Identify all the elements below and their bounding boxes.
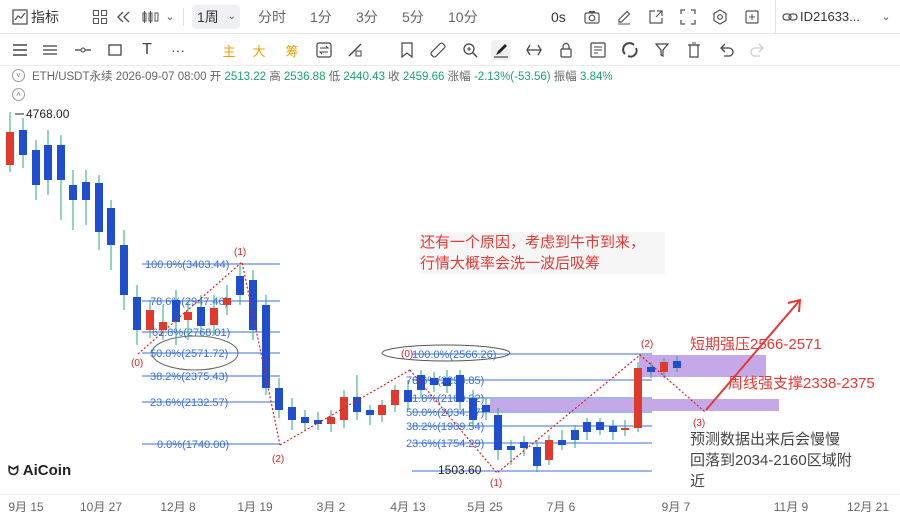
candle-body xyxy=(571,430,579,440)
candle-body xyxy=(469,398,477,420)
main-annotation[interactable]: 还有一个原因，考虑到牛市到来， 行情大概率会洗一波后吸筹 xyxy=(420,232,666,274)
candle-body xyxy=(404,390,412,402)
brand-name: AiCoin xyxy=(22,462,72,479)
x-tick: 9月 7 xyxy=(661,500,691,514)
candle-body xyxy=(275,388,283,410)
candle-body xyxy=(494,415,502,450)
wave-label: (3) xyxy=(693,418,705,429)
candle-body xyxy=(32,150,40,185)
candle-body xyxy=(82,182,90,200)
fib-level-label: 23.6%(2132.57) xyxy=(150,397,228,409)
candle-body xyxy=(545,440,553,460)
candle-body xyxy=(673,361,681,368)
candle-body xyxy=(146,310,154,330)
candle-body xyxy=(95,183,103,232)
candle-body xyxy=(197,307,205,326)
candle-body xyxy=(301,417,309,423)
fib-level-label: 78.6%(2947.46) xyxy=(150,296,228,308)
annotation-line: 行情大概率会洗一波后吸筹 xyxy=(420,255,601,272)
annotation-line: 还有一个原因，考虑到牛市到来， xyxy=(420,234,646,251)
candle-body xyxy=(558,440,566,445)
candle-body xyxy=(120,245,128,295)
candle-body xyxy=(262,305,270,388)
prediction-line: 预测数据出来后会慢慢 xyxy=(690,431,841,448)
x-tick: 12月 8 xyxy=(160,500,196,514)
high-marker-label: 4768.00 xyxy=(26,107,70,121)
logo-icon: ᗢ xyxy=(8,462,19,478)
candle-body xyxy=(353,397,361,412)
candle-body xyxy=(621,428,629,430)
x-axis: 9月 15 10月 27 12月 8 1月 19 3月 2 4月 13 5月 2… xyxy=(0,494,900,516)
x-tick: 1月 19 xyxy=(237,500,273,514)
candle-body xyxy=(378,405,386,415)
candle-body xyxy=(596,422,604,430)
x-tick: 10月 27 xyxy=(79,500,123,514)
fib-level-label: 38.2%(2375.43) xyxy=(150,371,228,383)
candle-body xyxy=(107,208,115,245)
x-tick: 9月 15 xyxy=(8,500,44,514)
candle-body xyxy=(533,447,541,466)
fib-level-label: 100.0%(3403.44) xyxy=(145,259,229,271)
fib-level-label: 0.0%(1740.00) xyxy=(157,439,229,451)
fib-level-label: 100.0%(2566.26) xyxy=(412,349,496,361)
candle-body xyxy=(223,298,231,305)
wave-label: (2) xyxy=(272,454,284,465)
candle-body xyxy=(520,442,528,448)
candle-body xyxy=(583,422,591,432)
x-tick: 5月 25 xyxy=(467,500,503,514)
candle-body xyxy=(314,420,322,424)
candle-body xyxy=(184,312,192,320)
wave-label: (0) xyxy=(401,349,413,360)
candle-body xyxy=(456,375,464,402)
x-tick: 12月 21 xyxy=(846,500,890,514)
candle-body xyxy=(133,297,141,330)
candle-body xyxy=(69,185,77,200)
candle-body xyxy=(482,405,490,412)
candle-body xyxy=(634,368,642,428)
candle-body xyxy=(210,308,218,325)
candle-body xyxy=(443,378,451,386)
prediction-line: 近 xyxy=(690,473,706,490)
candle-body xyxy=(6,132,14,165)
resistance-label[interactable]: 短期强压2566-2571 xyxy=(690,334,822,355)
x-tick: 4月 13 xyxy=(390,500,426,514)
candle-body xyxy=(507,446,515,450)
prediction-note[interactable]: 预测数据出来后会慢慢 回落到2034-2160区域附 近 xyxy=(690,429,880,492)
x-tick: 11月 9 xyxy=(773,500,809,514)
candle-body xyxy=(236,276,244,295)
fib-level-label: 50.0%(2571.72) xyxy=(150,348,228,360)
wave-label: (1) xyxy=(490,478,502,489)
x-tick: 7月 6 xyxy=(546,500,576,514)
wave-label: (0) xyxy=(131,358,143,369)
candle-body xyxy=(288,407,296,420)
prediction-line: 回落到2034-2160区域附 xyxy=(690,452,852,469)
candle-body xyxy=(249,280,257,330)
x-tick: 3月 2 xyxy=(316,500,346,514)
candle-body xyxy=(391,390,399,405)
low-marker-label: 1503.60 xyxy=(438,463,482,477)
wave-label: (2) xyxy=(641,339,653,350)
candle-body xyxy=(660,362,668,372)
candle-body xyxy=(19,130,27,155)
candle-body xyxy=(44,145,52,180)
candle-body xyxy=(647,367,655,372)
aicoin-logo: ᗢ AiCoin xyxy=(8,462,71,479)
support-label[interactable]: 周线强支撑2338-2375 xyxy=(728,373,875,394)
candle-body xyxy=(609,426,617,432)
wave-label: (1) xyxy=(234,247,246,258)
candle-body xyxy=(366,410,374,415)
candle-body xyxy=(327,417,335,424)
candle-body xyxy=(430,378,438,385)
candle-body xyxy=(57,145,65,180)
